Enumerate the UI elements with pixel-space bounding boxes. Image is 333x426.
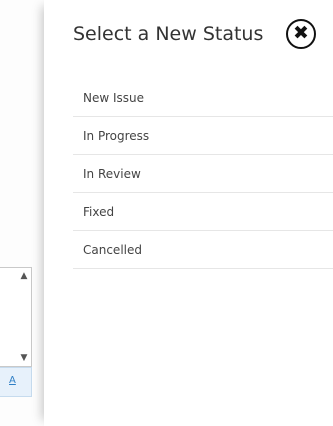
status-option-new-issue[interactable]: New Issue — [73, 80, 333, 117]
background-page: ▲ ▼ A — [0, 0, 44, 426]
close-icon: ✖ — [293, 22, 309, 44]
close-button[interactable]: ✖ — [286, 19, 316, 49]
status-option-in-review[interactable]: In Review — [73, 155, 333, 193]
text-format-button[interactable]: A — [0, 367, 32, 397]
comment-textarea[interactable]: ▲ ▼ — [0, 267, 32, 367]
status-list: New Issue In Progress In Review Fixed Ca… — [73, 80, 333, 269]
status-option-cancelled[interactable]: Cancelled — [73, 231, 333, 269]
font-color-icon: A — [9, 375, 16, 386]
chevron-down-icon[interactable]: ▼ — [19, 353, 29, 363]
chevron-up-icon[interactable]: ▲ — [19, 271, 29, 281]
status-option-in-progress[interactable]: In Progress — [73, 117, 333, 155]
modal-title: Select a New Status — [73, 23, 264, 45]
textarea-scrollbar[interactable]: ▲ ▼ — [16, 268, 31, 366]
status-modal: Select a New Status ✖ New Issue In Progr… — [44, 0, 333, 426]
status-option-fixed[interactable]: Fixed — [73, 193, 333, 231]
